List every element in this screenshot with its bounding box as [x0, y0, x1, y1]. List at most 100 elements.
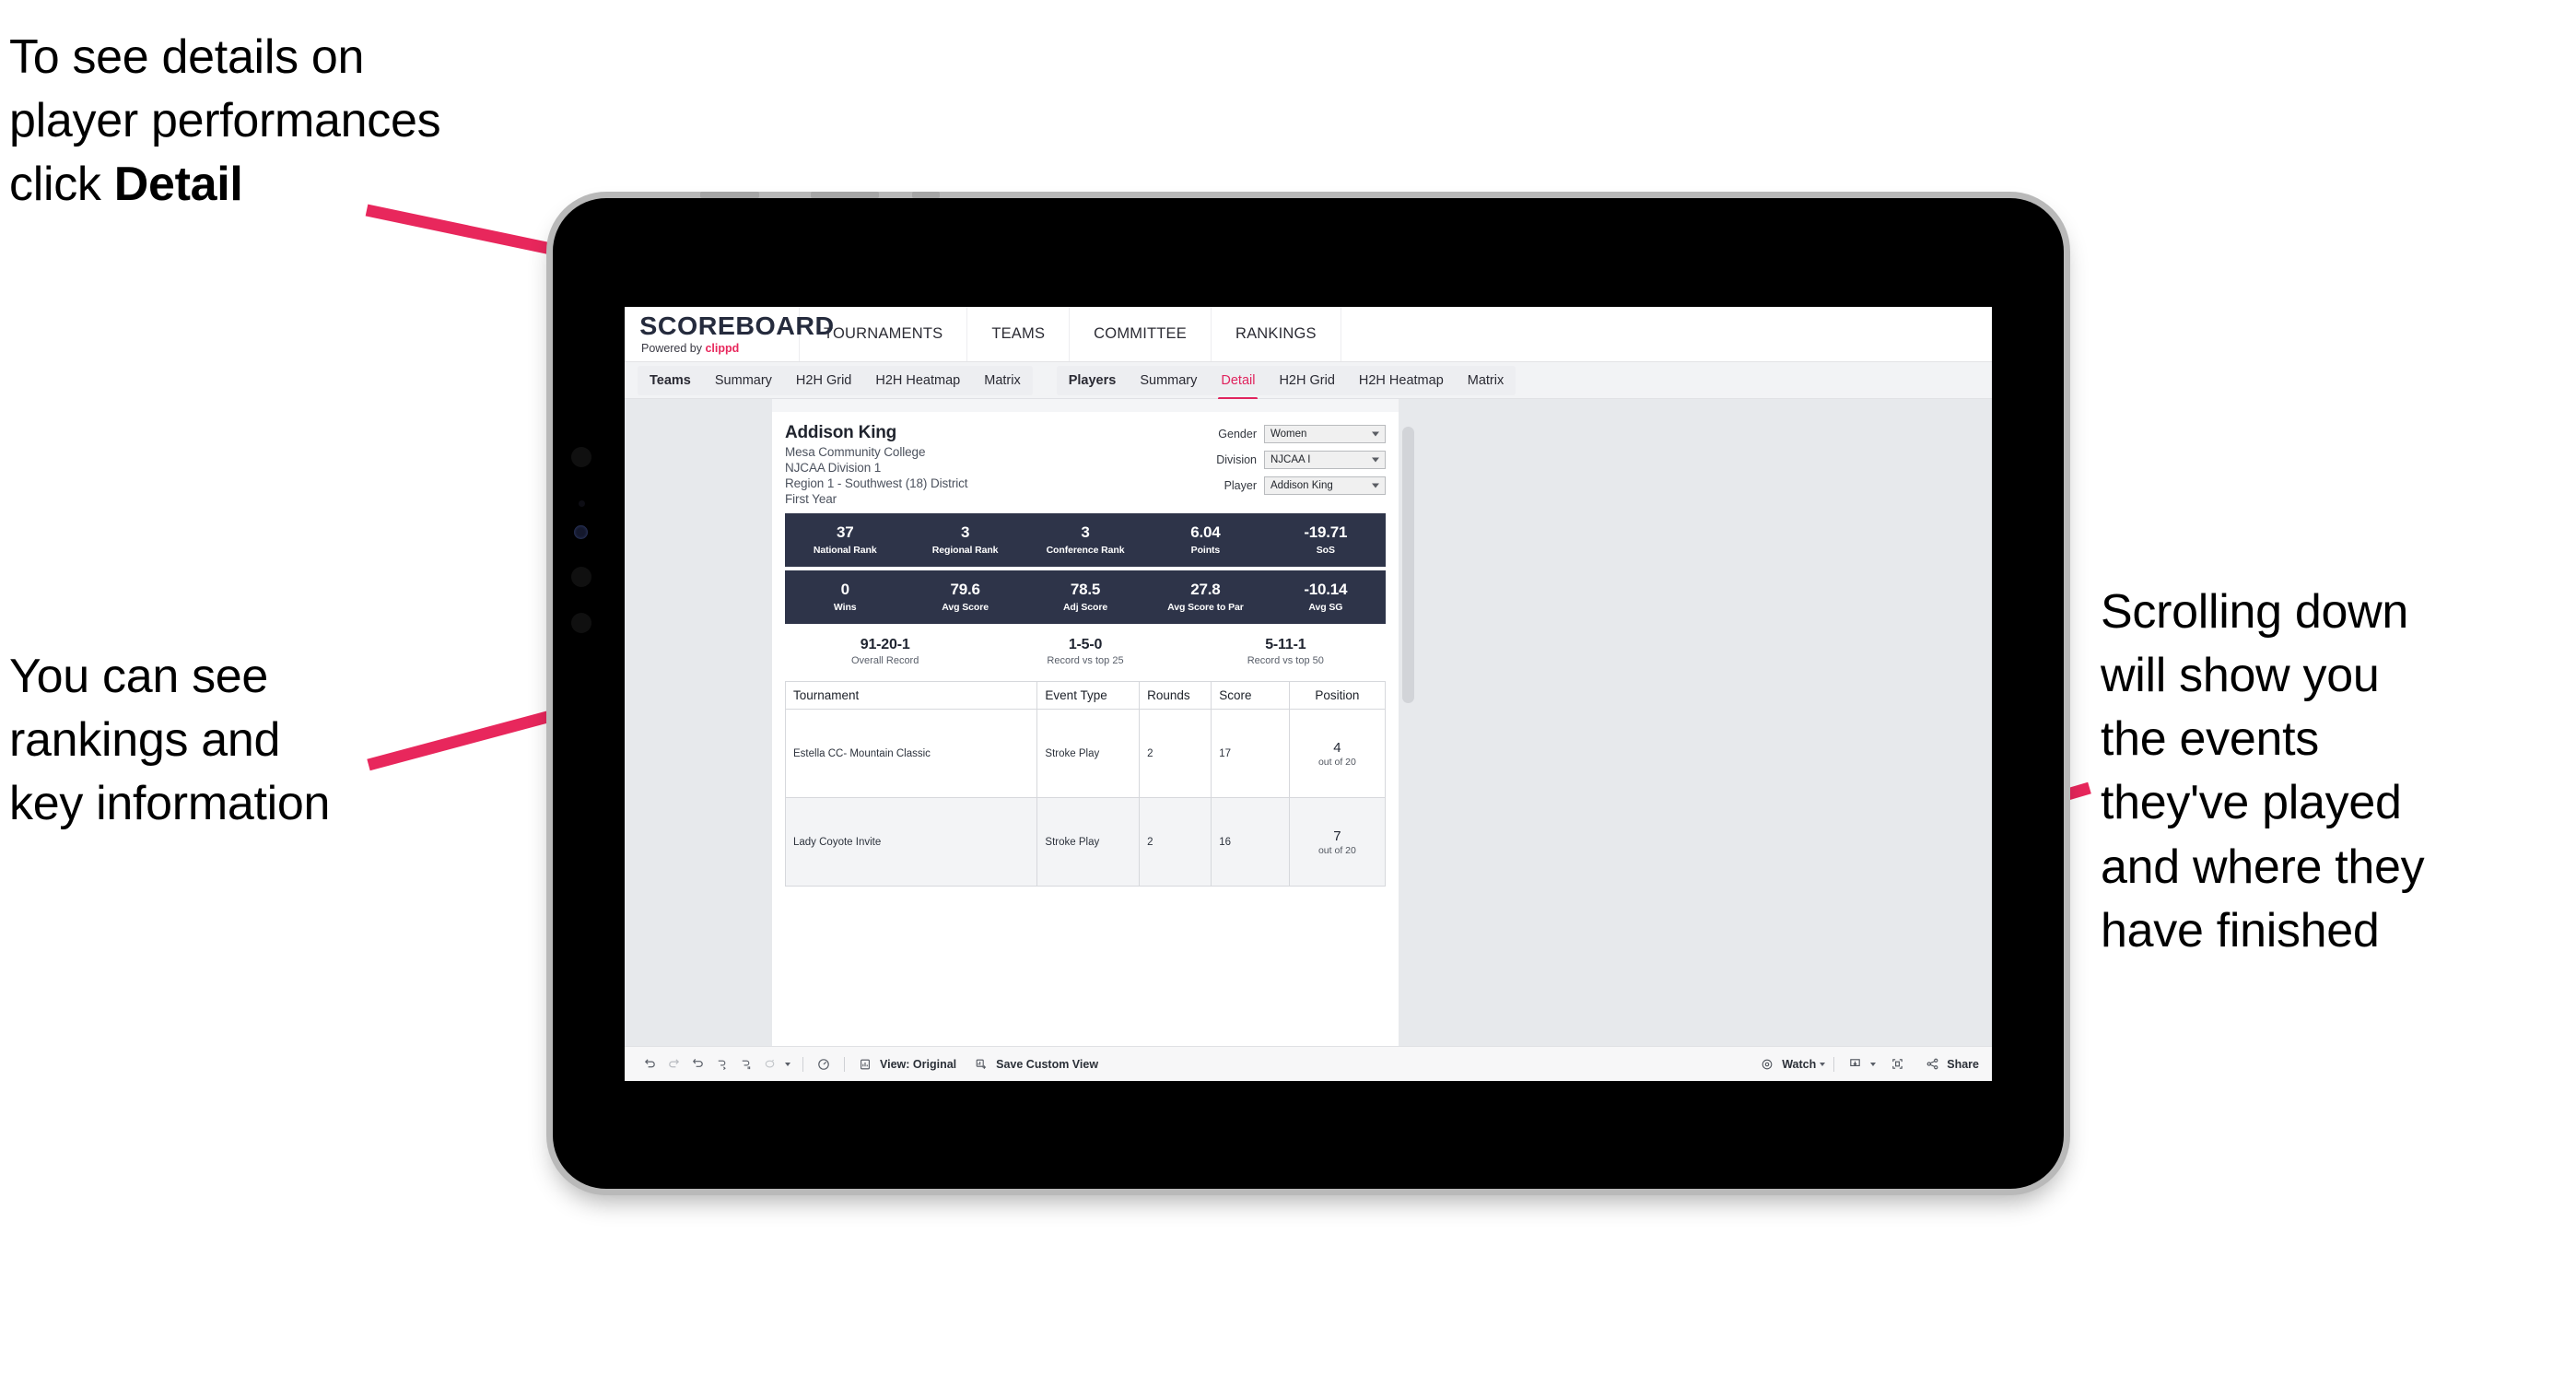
refresh-icon[interactable]	[709, 1054, 733, 1075]
logo-brand-clippd: clippd	[705, 342, 740, 355]
fullscreen-icon[interactable]	[1885, 1054, 1909, 1075]
events-table-head: Tournament Event Type Rounds Score Posit…	[784, 681, 1387, 710]
stat-sos: -19.71 SoS	[1266, 523, 1386, 556]
tablet-sensor-dot	[579, 500, 585, 507]
col-tournament[interactable]: Tournament	[784, 681, 1038, 710]
view-original-button[interactable]: View: Original	[853, 1054, 956, 1075]
filter-gender-value: Women	[1270, 429, 1307, 440]
position-out-of: out of 20	[1317, 756, 1356, 768]
toolbar-divider	[1833, 1056, 1835, 1072]
col-event-type[interactable]: Event Type	[1036, 681, 1141, 710]
tab-players-matrix[interactable]: Matrix	[1456, 366, 1516, 395]
cell-position: 7 out of 20	[1288, 797, 1387, 887]
cell-score: 17	[1211, 709, 1290, 798]
stats-row-secondary: 0 Wins 79.6 Avg Score 78.5 Adj Score 27.…	[785, 570, 1386, 624]
right-gutter	[1399, 399, 1992, 1046]
tablet-mic-dot	[571, 567, 591, 587]
cell-event-type: Stroke Play	[1036, 797, 1141, 887]
filter-panel: Gender Women Division NJCAA I Player Add…	[1216, 423, 1386, 506]
cell-position: 4 out of 20	[1288, 709, 1387, 798]
tab-players-h2h-grid[interactable]: H2H Grid	[1267, 366, 1346, 395]
annotation-right: Scrolling down will show you the events …	[2101, 585, 2425, 957]
filter-player-label: Player	[1224, 479, 1257, 492]
col-position[interactable]: Position	[1288, 681, 1387, 710]
pause-icon[interactable]	[812, 1054, 836, 1075]
redo-icon[interactable]	[662, 1054, 685, 1075]
stat-label: SoS	[1316, 544, 1335, 556]
player-detail-sheet: Addison King Mesa Community College NJCA…	[772, 399, 1399, 1046]
chevron-down-icon[interactable]	[1820, 1062, 1826, 1066]
pause-auto-update-icon[interactable]	[757, 1054, 781, 1075]
tab-players-h2h-heatmap[interactable]: H2H Heatmap	[1347, 366, 1456, 395]
stat-label: Wins	[833, 601, 857, 613]
tab-teams-h2h-heatmap[interactable]: H2H Heatmap	[863, 366, 972, 395]
scoreboard-logo[interactable]: SCOREBOARD Powered by clippd	[625, 307, 835, 361]
revert-icon[interactable]	[685, 1054, 709, 1075]
tablet-dot-extra	[571, 613, 591, 633]
table-header-row: Tournament Event Type Rounds Score Posit…	[784, 681, 1387, 710]
logo-powered-text: Powered by	[641, 342, 706, 355]
logo-wordmark: SCOREBOARD	[639, 311, 835, 340]
filter-player-select[interactable]: Addison King	[1264, 476, 1386, 495]
filter-gender: Gender Women	[1216, 425, 1386, 443]
view-icon	[853, 1054, 877, 1075]
share-button[interactable]: Share	[1920, 1054, 1979, 1075]
record-label: Record vs top 25	[1047, 655, 1124, 666]
stat-regional-rank: 3 Regional Rank	[905, 523, 1025, 555]
cell-tournament: Lady Coyote Invite	[784, 797, 1038, 887]
stat-conference-rank: 3 Conference Rank	[1025, 523, 1145, 555]
col-rounds[interactable]: Rounds	[1139, 681, 1212, 710]
download-button[interactable]	[1843, 1054, 1877, 1075]
player-year: First Year	[785, 492, 837, 506]
nav-committee[interactable]: COMMITTEE	[1070, 307, 1212, 361]
toolbar-divider	[844, 1056, 845, 1072]
undo-icon[interactable]	[638, 1054, 662, 1075]
stat-value: 27.8	[1190, 581, 1221, 599]
table-row[interactable]: Estella CC- Mountain Classic Stroke Play…	[784, 709, 1387, 798]
stat-label: Adj Score	[1062, 601, 1108, 613]
stat-label: Avg SG	[1308, 601, 1343, 613]
vertical-scrollbar[interactable]	[1402, 427, 1414, 703]
tab-players-summary[interactable]: Summary	[1128, 366, 1209, 395]
toolbar-divider	[802, 1056, 803, 1072]
tab-teams-matrix[interactable]: Matrix	[972, 366, 1032, 395]
tab-teams-summary[interactable]: Summary	[703, 366, 784, 395]
pause-refresh-icon[interactable]	[733, 1054, 757, 1075]
tab-teams-h2h-grid[interactable]: H2H Grid	[784, 366, 863, 395]
watch-icon	[1755, 1054, 1779, 1075]
position-out-of: out of 20	[1317, 844, 1356, 856]
record-overall: 91-20-1 Overall Record	[785, 637, 985, 666]
stat-avg-score: 79.6 Avg Score	[905, 581, 1025, 612]
tablet-top-button-3	[912, 192, 940, 198]
chevron-down-icon[interactable]	[1870, 1062, 1877, 1066]
filter-player: Player Addison King	[1216, 476, 1386, 495]
tab-players-detail[interactable]: Detail	[1209, 366, 1267, 400]
nav-teams[interactable]: TEAMS	[967, 307, 1071, 361]
tab-group-players: Players Summary Detail H2H Grid H2H Heat…	[1056, 365, 1516, 400]
chevron-down-icon[interactable]	[785, 1062, 790, 1066]
filter-division-select[interactable]: NJCAA I	[1264, 451, 1386, 469]
player-division: NJCAA Division 1	[785, 461, 882, 475]
col-score[interactable]: Score	[1211, 681, 1290, 710]
filter-gender-label: Gender	[1218, 428, 1257, 440]
stat-value: 78.5	[1070, 581, 1101, 599]
events-table-body: Estella CC- Mountain Classic Stroke Play…	[784, 709, 1387, 887]
save-custom-view-button[interactable]: Save Custom View	[969, 1054, 1098, 1075]
stat-value: 37	[836, 523, 854, 542]
primary-nav: TOURNAMENTS TEAMS COMMITTEE RANKINGS	[800, 307, 1341, 361]
save-view-icon	[969, 1054, 993, 1075]
tablet-camera-icon	[574, 525, 588, 539]
stat-label: Points	[1190, 544, 1221, 556]
watch-button[interactable]: Watch	[1755, 1054, 1826, 1075]
table-row[interactable]: Lady Coyote Invite Stroke Play 2 16 7 ou…	[784, 797, 1387, 887]
player-name: Addison King	[785, 423, 897, 442]
stat-avg-sg: -10.14 Avg SG	[1266, 581, 1386, 613]
stat-wins: 0 Wins	[785, 581, 905, 613]
share-icon	[1920, 1054, 1944, 1075]
nav-rankings[interactable]: RANKINGS	[1212, 307, 1341, 361]
filter-gender-select[interactable]: Women	[1264, 425, 1386, 443]
record-vs-top-25: 1-5-0 Record vs top 25	[985, 637, 1185, 666]
tablet-top-button-2	[811, 192, 879, 198]
tablet-speaker-dot	[571, 447, 591, 467]
record-value: 91-20-1	[860, 637, 910, 652]
